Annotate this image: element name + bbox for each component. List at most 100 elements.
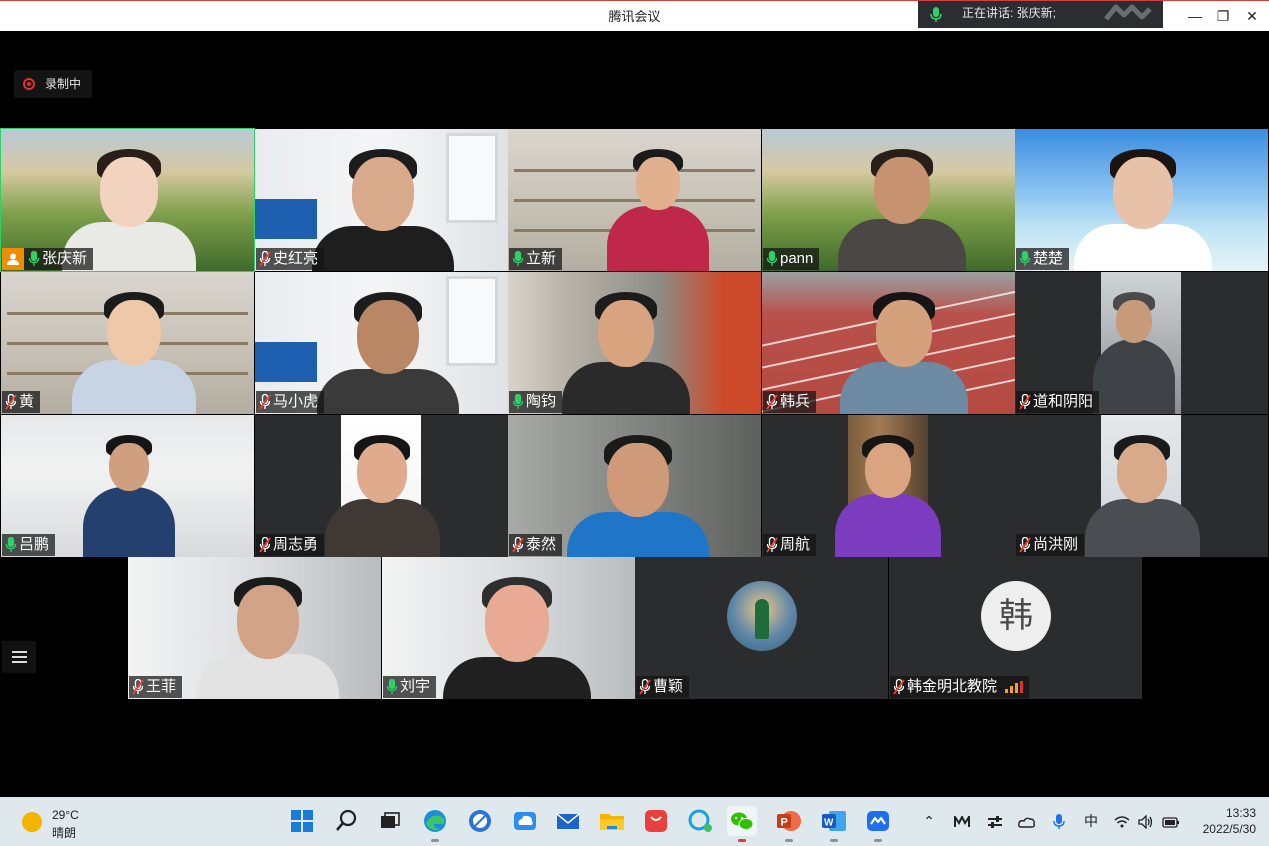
onedrive-icon[interactable] bbox=[1016, 797, 1038, 846]
mic-off-icon bbox=[1019, 537, 1031, 553]
qq-icon[interactable] bbox=[685, 806, 715, 836]
participant-list-button[interactable] bbox=[2, 641, 36, 673]
video-tile[interactable]: 泰然 bbox=[508, 415, 761, 557]
participant-face bbox=[109, 443, 149, 491]
participant-face bbox=[485, 585, 549, 662]
participant-name: 周航 bbox=[780, 536, 811, 553]
video-tile[interactable]: 周航 bbox=[762, 415, 1015, 557]
participant-name: 尚洪刚 bbox=[1033, 536, 1079, 553]
video-tile[interactable]: pann bbox=[762, 129, 1015, 271]
participant-name: 吕鹏 bbox=[19, 536, 50, 553]
search-icon[interactable] bbox=[332, 806, 362, 836]
file-explorer-icon[interactable] bbox=[597, 806, 627, 836]
wifi-icon[interactable] bbox=[1112, 797, 1132, 846]
mic-off-icon bbox=[5, 394, 17, 410]
participant-face bbox=[352, 157, 414, 232]
task-view-icon[interactable] bbox=[375, 806, 405, 836]
recording-indicator[interactable]: 录制中 bbox=[14, 70, 92, 98]
participant-body bbox=[607, 205, 709, 271]
participant-face bbox=[607, 443, 669, 518]
volume-icon[interactable] bbox=[1136, 797, 1156, 846]
tray-settings-icon[interactable] bbox=[984, 797, 1006, 846]
recording-label: 录制中 bbox=[45, 77, 82, 91]
participant-body bbox=[443, 656, 591, 699]
minimize-button[interactable]: — bbox=[1180, 1, 1210, 32]
participant-face bbox=[1116, 300, 1152, 344]
video-tile[interactable]: 立新 bbox=[508, 129, 761, 271]
participant-body bbox=[837, 219, 967, 271]
browser-icon[interactable] bbox=[465, 806, 495, 836]
participant-name-bar: 泰然 bbox=[509, 534, 563, 556]
participant-name: 刘宇 bbox=[400, 678, 431, 695]
video-tile[interactable]: 刘宇 bbox=[382, 557, 635, 699]
huawei-appgallery-icon[interactable] bbox=[641, 806, 671, 836]
participant-body bbox=[839, 362, 969, 414]
participant-body bbox=[324, 498, 440, 557]
battery-icon[interactable] bbox=[1160, 797, 1182, 846]
ime-indicator[interactable]: 中 bbox=[1080, 797, 1102, 846]
mic-on-icon bbox=[5, 537, 17, 552]
participant-name: 曹颖 bbox=[653, 678, 684, 695]
participant-name-bar: 立新 bbox=[509, 248, 563, 270]
video-tile[interactable]: 黄 bbox=[1, 272, 254, 414]
participant-name: 马小虎 bbox=[273, 393, 319, 410]
windows-taskbar: 29°C 晴朗 P W ⌃ 中 13:33 2022/5/30 bbox=[0, 797, 1269, 846]
participant-name-bar: pann bbox=[763, 248, 820, 270]
video-tile[interactable]: 道和阴阳 bbox=[1015, 272, 1268, 414]
participant-name-bar: 尚洪刚 bbox=[1016, 534, 1085, 556]
system-clock[interactable]: 13:33 2022/5/30 bbox=[1186, 805, 1256, 837]
video-tile[interactable]: 尚洪刚 bbox=[1015, 415, 1268, 557]
mic-off-icon bbox=[766, 537, 778, 553]
video-tile[interactable]: 张庆新 bbox=[0, 128, 255, 272]
participant-name-bar: 陶钧 bbox=[509, 391, 563, 413]
participant-body bbox=[1092, 339, 1176, 414]
speaking-indicator: 正在讲话: 张庆新; bbox=[918, 1, 1163, 28]
title-bar: 腾讯会议 正在讲话: 张庆新; — ❐ ✕ bbox=[0, 0, 1269, 31]
participant-body bbox=[561, 362, 691, 414]
participant-avatar: 韩 bbox=[981, 581, 1051, 651]
participant-face bbox=[1113, 157, 1173, 229]
participant-name: 黄 bbox=[19, 393, 35, 410]
video-tile[interactable]: 韩韩金明北教院 bbox=[889, 557, 1142, 699]
participant-name-bar: 韩兵 bbox=[763, 391, 817, 413]
video-tile[interactable]: 周志勇 bbox=[255, 415, 508, 557]
video-tile[interactable]: 吕鹏 bbox=[1, 415, 254, 557]
start-icon[interactable] bbox=[287, 806, 317, 836]
video-tile[interactable]: 马小虎 bbox=[255, 272, 508, 414]
restore-button[interactable]: ❐ bbox=[1208, 1, 1238, 32]
participant-name-bar: 道和阴阳 bbox=[1016, 391, 1100, 413]
participant-face bbox=[357, 300, 419, 375]
mail-icon[interactable] bbox=[553, 806, 583, 836]
video-tile[interactable]: 韩兵 bbox=[762, 272, 1015, 414]
video-tile[interactable]: 史红亮 bbox=[255, 129, 508, 271]
microphone-icon[interactable] bbox=[1048, 797, 1070, 846]
participant-avatar bbox=[727, 581, 797, 651]
participant-name-bar: 韩金明北教院 bbox=[890, 676, 1030, 698]
weather-temp: 29°C bbox=[52, 808, 79, 822]
wechat-icon[interactable] bbox=[727, 806, 757, 842]
mic-off-icon bbox=[259, 394, 271, 410]
close-button[interactable]: ✕ bbox=[1237, 1, 1267, 32]
cloud-icon[interactable] bbox=[510, 806, 540, 836]
mic-off-icon bbox=[259, 251, 271, 267]
mic-off-icon bbox=[512, 537, 524, 553]
video-tile[interactable]: 陶钧 bbox=[508, 272, 761, 414]
participant-name: pann bbox=[780, 250, 814, 267]
participant-name: 泰然 bbox=[526, 536, 557, 553]
video-tile[interactable]: 楚楚 bbox=[1015, 129, 1268, 271]
participant-body bbox=[71, 360, 197, 414]
word-icon[interactable]: W bbox=[819, 806, 849, 842]
mic-off-icon bbox=[1019, 394, 1031, 410]
tencent-meeting-icon[interactable] bbox=[863, 806, 893, 842]
tray-app-icon[interactable] bbox=[951, 797, 973, 846]
video-tile[interactable]: 曹颖 bbox=[635, 557, 888, 699]
svg-text:P: P bbox=[781, 817, 788, 829]
participant-name-bar: 张庆新 bbox=[2, 248, 94, 270]
bookshelf bbox=[514, 199, 755, 202]
participant-name: 周志勇 bbox=[273, 536, 319, 553]
mic-on-icon bbox=[512, 251, 524, 266]
video-tile[interactable]: 王菲 bbox=[128, 557, 381, 699]
edge-icon[interactable] bbox=[420, 806, 450, 842]
powerpoint-icon[interactable]: P bbox=[774, 806, 804, 842]
tray-overflow-icon[interactable]: ⌃ bbox=[918, 797, 940, 846]
